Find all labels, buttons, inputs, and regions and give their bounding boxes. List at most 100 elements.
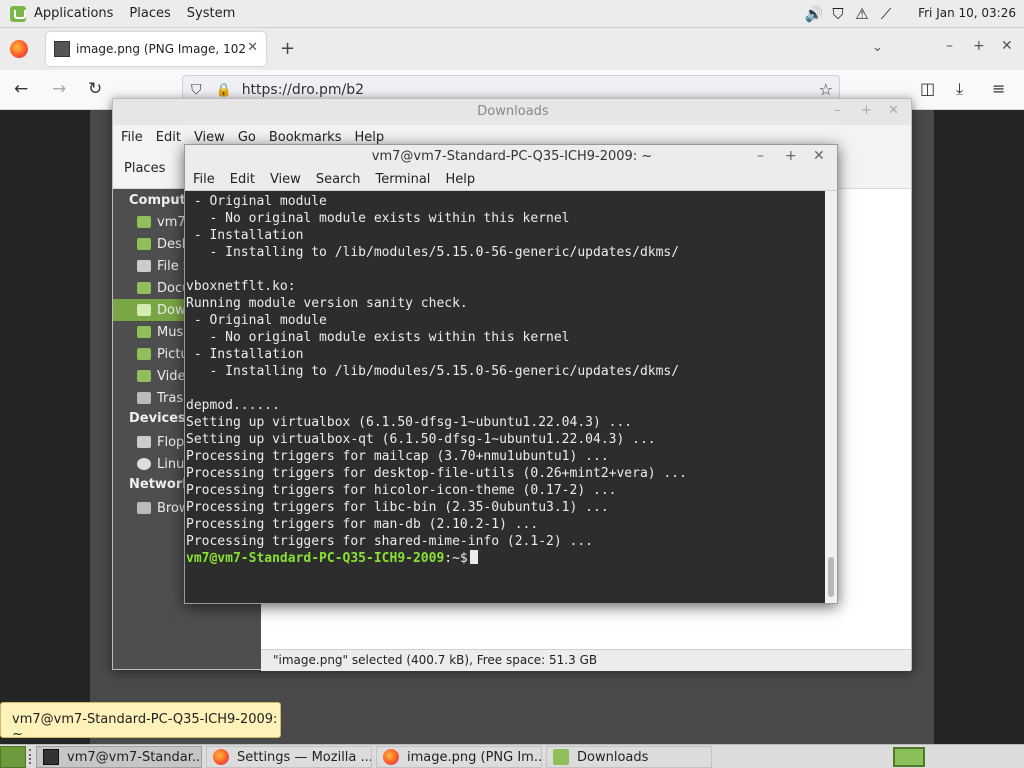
maximize-button[interactable]: + bbox=[785, 148, 797, 164]
folder-icon bbox=[137, 348, 151, 360]
list-all-tabs-icon[interactable]: ⌄ bbox=[872, 40, 883, 55]
task-downloads[interactable]: Downloads bbox=[546, 746, 712, 768]
folder-icon bbox=[553, 749, 569, 765]
menu-search[interactable]: Search bbox=[316, 172, 361, 187]
terminal-line: Processing triggers for hicolor-icon-the… bbox=[186, 483, 617, 498]
task-image-firefox[interactable]: image.png (PNG Im... bbox=[376, 746, 542, 768]
terminal-line: - Installing to /lib/modules/5.15.0-56-g… bbox=[186, 364, 680, 379]
terminal-output[interactable]: - Original module - No original module e… bbox=[185, 191, 827, 603]
minimize-button[interactable]: – bbox=[946, 38, 953, 54]
terminal-line: Running module version sanity check. bbox=[186, 296, 468, 311]
folder-icon bbox=[137, 370, 151, 382]
menu-help[interactable]: Help bbox=[445, 172, 475, 187]
menu-terminal[interactable]: Terminal bbox=[375, 172, 430, 187]
mint-menu-icon[interactable] bbox=[10, 5, 26, 22]
close-button[interactable]: ✕ bbox=[1001, 38, 1013, 54]
workspace-switcher[interactable] bbox=[893, 747, 925, 767]
panel-handle[interactable] bbox=[29, 749, 33, 764]
url-text[interactable]: https://dro.pm/b2 bbox=[242, 82, 364, 98]
shield-update-icon[interactable]: ⛉ bbox=[828, 4, 848, 24]
sidebar-item-label: Flop bbox=[157, 434, 185, 450]
terminal-prompt[interactable]: vm7@vm7-Standard-PC-Q35-ICH9-2009:~$ bbox=[186, 550, 827, 567]
network-icon[interactable]: ⟋ bbox=[876, 4, 896, 24]
floppy-icon bbox=[137, 436, 151, 448]
app-menu-icon[interactable]: ≡ bbox=[992, 79, 1005, 98]
terminal-scrollbar[interactable] bbox=[825, 191, 837, 603]
maximize-button[interactable]: + bbox=[861, 103, 872, 118]
close-button[interactable]: ✕ bbox=[888, 103, 899, 118]
tab-title: image.png (PNG Image, 102 bbox=[76, 42, 246, 56]
terminal-line: Processing triggers for libc-bin (2.35-0… bbox=[186, 500, 609, 515]
sidebar-item-label: vm7 bbox=[157, 214, 186, 230]
terminal-line: vboxnetflt.ko: bbox=[186, 279, 296, 294]
maximize-button[interactable]: + bbox=[973, 38, 985, 54]
terminal-icon bbox=[43, 749, 59, 765]
tracking-shield-icon[interactable]: ⛉ bbox=[191, 82, 202, 98]
bottom-panel: vm7@vm7-Standar... Settings — Mozilla ..… bbox=[0, 744, 1024, 768]
menu-file[interactable]: File bbox=[121, 130, 143, 145]
terminal-titlebar[interactable]: vm7@vm7-Standard-PC-Q35-ICH9-2009: ~ – +… bbox=[185, 145, 837, 169]
places-dropdown[interactable]: Places bbox=[124, 161, 165, 176]
menu-go[interactable]: Go bbox=[238, 130, 256, 145]
forward-arrow-icon[interactable]: → bbox=[52, 79, 66, 99]
drive-icon bbox=[137, 260, 151, 272]
menu-edit[interactable]: Edit bbox=[156, 130, 181, 145]
lock-icon[interactable]: 🔒 bbox=[216, 83, 232, 98]
downloads-icon[interactable]: ⤓ bbox=[956, 79, 963, 99]
alert-icon[interactable]: ⚠ bbox=[852, 4, 872, 24]
places-menu[interactable]: Places bbox=[129, 6, 170, 21]
tab-close-icon[interactable]: ✕ bbox=[247, 40, 258, 55]
terminal-line: - No original module exists within this … bbox=[186, 330, 570, 345]
terminal-line: - No original module exists within this … bbox=[186, 211, 570, 226]
close-button[interactable]: ✕ bbox=[813, 148, 825, 164]
sidebar-item-label: Vide bbox=[157, 368, 186, 384]
firefox-icon bbox=[383, 749, 399, 765]
section-devices: Devices bbox=[129, 411, 186, 426]
prompt-user-host: vm7@vm7-Standard-PC-Q35-ICH9-2009 bbox=[186, 551, 445, 566]
firefox-view-icon[interactable] bbox=[10, 40, 28, 58]
image-tab-icon bbox=[54, 41, 70, 57]
terminal-window: vm7@vm7-Standard-PC-Q35-ICH9-2009: ~ – +… bbox=[184, 144, 838, 604]
status-bar: "image.png" selected (400.7 kB), Free sp… bbox=[261, 649, 911, 671]
show-desktop-icon[interactable] bbox=[0, 746, 26, 768]
terminal-line: - Original module bbox=[186, 313, 327, 328]
clock[interactable]: Fri Jan 10, 03:26 bbox=[918, 6, 1016, 20]
task-label: Downloads bbox=[577, 749, 649, 765]
text-cursor bbox=[469, 550, 478, 564]
section-network: Network bbox=[129, 477, 191, 492]
window-title: Downloads bbox=[477, 104, 549, 119]
disc-icon bbox=[137, 458, 151, 470]
volume-icon[interactable]: 🔊 bbox=[804, 4, 824, 24]
tab-image-png[interactable]: image.png (PNG Image, 102 ✕ bbox=[46, 32, 266, 66]
terminal-line: Setting up virtualbox (6.1.50-dfsg-1~ubu… bbox=[186, 415, 633, 430]
bookmark-star-icon[interactable]: ☆ bbox=[819, 80, 833, 99]
new-tab-button[interactable]: + bbox=[280, 38, 295, 59]
menu-edit[interactable]: Edit bbox=[230, 172, 255, 187]
reload-icon[interactable]: ↻ bbox=[88, 79, 102, 99]
terminal-line: - Installing to /lib/modules/5.15.0-56-g… bbox=[186, 245, 680, 260]
file-manager-titlebar[interactable]: Downloads – + ✕ bbox=[113, 99, 911, 125]
pocket-icon[interactable]: ◫ bbox=[920, 79, 935, 98]
minimize-button[interactable]: – bbox=[757, 148, 764, 164]
menu-file[interactable]: File bbox=[193, 172, 215, 187]
home-folder-icon bbox=[137, 216, 151, 228]
terminal-menubar: File Edit View Search Terminal Help bbox=[185, 169, 837, 191]
menu-help[interactable]: Help bbox=[354, 130, 384, 145]
menu-view[interactable]: View bbox=[194, 130, 225, 145]
system-menu[interactable]: System bbox=[187, 6, 235, 21]
sidebar-item-label: Mus bbox=[157, 324, 184, 340]
back-arrow-icon[interactable]: ← bbox=[14, 79, 28, 99]
task-terminal[interactable]: vm7@vm7-Standar... bbox=[36, 746, 202, 768]
minimize-button[interactable]: – bbox=[834, 103, 841, 118]
terminal-line: depmod...... bbox=[186, 398, 280, 413]
menu-bookmarks[interactable]: Bookmarks bbox=[269, 130, 342, 145]
top-panel: Applications Places System 🔊 ⛉ ⚠ ⟋ Fri J… bbox=[0, 0, 1024, 28]
terminal-line: - Original module bbox=[186, 194, 327, 209]
task-settings-firefox[interactable]: Settings — Mozilla ... bbox=[206, 746, 372, 768]
menu-view[interactable]: View bbox=[270, 172, 301, 187]
terminal-line: Processing triggers for shared-mime-info… bbox=[186, 534, 593, 549]
applications-menu[interactable]: Applications bbox=[34, 6, 113, 21]
scrollbar-thumb[interactable] bbox=[828, 557, 834, 597]
sidebar-item-label: Dow bbox=[157, 302, 186, 318]
